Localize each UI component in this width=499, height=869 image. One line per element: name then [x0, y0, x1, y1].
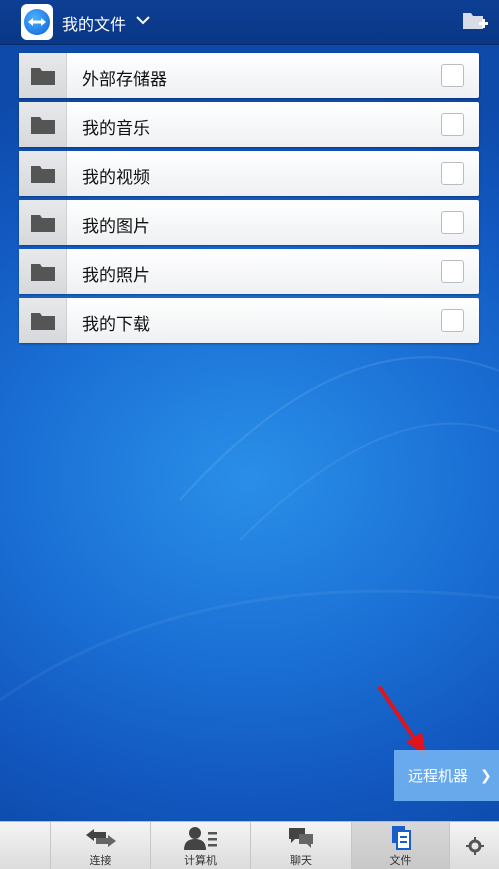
tab-label: 文件 — [389, 854, 412, 867]
tab-label: 计算机 — [184, 854, 217, 867]
folder-row[interactable]: 我的下载 — [19, 298, 479, 343]
folder-label: 我的视频 — [82, 168, 150, 188]
tab-computers[interactable]: 计算机 — [150, 822, 250, 869]
tab-label: 聊天 — [290, 854, 312, 867]
folder-row[interactable]: 我的音乐 — [19, 102, 479, 147]
folder-row[interactable]: 我的视频 — [19, 151, 479, 196]
tab-files[interactable]: 文件 — [351, 822, 449, 869]
folder-icon — [19, 102, 67, 147]
folder-icon — [19, 151, 67, 196]
tab-chat[interactable]: 聊天 — [250, 822, 351, 869]
annotation-arrow — [378, 686, 426, 756]
folder-label: 外部存储器 — [82, 70, 167, 90]
folder-list: 外部存储器 我的音乐 我的视频 我的图片 我的照片 我的下载 — [19, 53, 479, 347]
settings-button[interactable] — [449, 822, 499, 869]
folder-checkbox[interactable] — [441, 113, 464, 136]
arrows-icon — [85, 829, 116, 847]
remote-machine-button[interactable]: 远程机器 ❯ — [394, 750, 499, 801]
top-bar: 我的文件 — [0, 0, 499, 45]
folder-label: 我的下载 — [82, 315, 150, 335]
folder-icon — [19, 53, 67, 98]
files-icon — [391, 826, 411, 850]
folder-row[interactable]: 外部存储器 — [19, 53, 479, 98]
folder-checkbox[interactable] — [441, 309, 464, 332]
tab-bar-left-spacer — [0, 822, 50, 869]
page-title[interactable]: 我的文件 — [62, 11, 126, 35]
folder-label: 我的图片 — [82, 217, 150, 237]
chevron-right-icon: ❯ — [480, 767, 492, 784]
chat-icon — [289, 828, 313, 848]
gear-icon — [465, 836, 484, 855]
tab-connect[interactable]: 连接 — [50, 822, 150, 869]
folder-label: 我的音乐 — [82, 119, 150, 139]
chevron-down-icon[interactable] — [135, 15, 151, 25]
folder-label: 我的照片 — [82, 266, 150, 286]
folder-checkbox[interactable] — [441, 211, 464, 234]
folder-icon — [19, 249, 67, 294]
folder-icon — [19, 200, 67, 245]
folder-checkbox[interactable] — [441, 162, 464, 185]
folder-row[interactable]: 我的照片 — [19, 249, 479, 294]
remote-machine-label: 远程机器 — [408, 767, 469, 785]
new-folder-icon[interactable] — [462, 10, 488, 32]
bottom-tab-bar: 连接 计算机 聊天 文件 — [0, 821, 499, 869]
folder-checkbox[interactable] — [441, 64, 464, 87]
folder-row[interactable]: 我的图片 — [19, 200, 479, 245]
folder-checkbox[interactable] — [441, 260, 464, 283]
teamviewer-logo-icon — [21, 4, 53, 40]
contacts-icon — [183, 827, 217, 850]
folder-icon — [19, 298, 67, 343]
tab-label: 连接 — [89, 854, 112, 867]
